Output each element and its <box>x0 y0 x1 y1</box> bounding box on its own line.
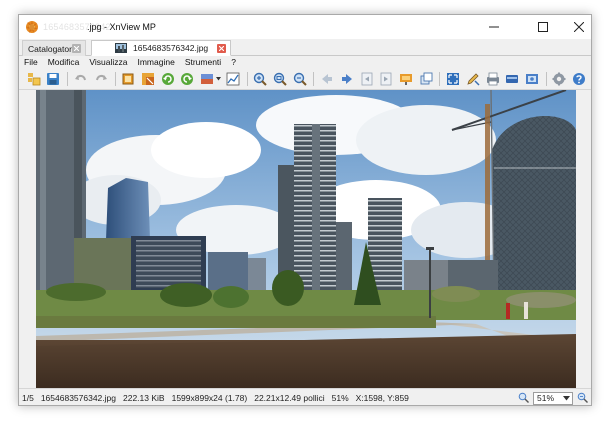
slideshow-icon[interactable] <box>398 71 414 87</box>
status-image-index: 1/5 <box>22 393 34 403</box>
forward-icon[interactable] <box>339 71 355 87</box>
image-viewer[interactable] <box>36 90 576 388</box>
menu-file[interactable]: File <box>24 57 38 67</box>
tab-label: 1654683576342.jpg <box>133 43 209 53</box>
tab-bar: Catalogatore 1654683576342.jpg <box>19 39 591 56</box>
close-tab-icon[interactable] <box>72 44 81 53</box>
adjust-dropdown-icon[interactable] <box>215 72 221 86</box>
toolbar-separator <box>439 71 441 86</box>
status-filename: 1654683576342.jpg <box>40 393 116 403</box>
copy-icon[interactable] <box>418 71 434 87</box>
histogram-icon[interactable] <box>225 71 241 87</box>
status-bar: 1/5 1654683576342.jpg 222.13 KiB 1599x89… <box>19 388 591 405</box>
zoom-level-value: 51% <box>537 393 555 403</box>
menu-strumenti[interactable]: Strumenti <box>185 57 221 67</box>
toolbar-separator <box>545 71 547 86</box>
zoom-level-select[interactable]: 51% <box>533 391 573 405</box>
tab-catalogatore[interactable]: Catalogatore <box>22 40 86 56</box>
edit-icon[interactable] <box>465 71 481 87</box>
maximize-button[interactable] <box>529 15 557 39</box>
menu-immagine[interactable]: Immagine <box>137 57 174 67</box>
first-page-icon[interactable] <box>359 71 375 87</box>
scanner-icon[interactable] <box>504 71 520 87</box>
status-cursor-position: X:1598, Y:859 <box>355 393 409 403</box>
undo-icon[interactable] <box>73 71 89 87</box>
minimize-button[interactable] <box>480 15 508 39</box>
zoom-controls: 51% <box>518 391 588 405</box>
help-icon[interactable] <box>571 71 587 87</box>
window-title: .jpg - XnView MP <box>87 22 156 32</box>
resize-icon[interactable] <box>140 71 156 87</box>
menu-help[interactable]: ? <box>231 57 236 67</box>
toolbar-separator <box>246 71 248 86</box>
zoom-fit-icon[interactable] <box>272 71 288 87</box>
status-filesize: 222.13 KiB <box>123 393 165 403</box>
redo-icon[interactable] <box>93 71 109 87</box>
back-icon[interactable] <box>319 71 335 87</box>
status-dimensions: 1599x899x24 (1.78) <box>171 393 248 403</box>
tab-image[interactable]: 1654683576342.jpg <box>91 40 231 56</box>
menu-visualizza[interactable]: Visualizza <box>89 57 127 67</box>
last-page-icon[interactable] <box>378 71 394 87</box>
toolbar <box>19 68 591 90</box>
crop-icon[interactable] <box>121 71 137 87</box>
tab-label: Catalogatore <box>28 43 77 54</box>
zoom-out-status-icon[interactable] <box>577 392 588 405</box>
toolbar-separator <box>67 71 69 86</box>
zoom-in-icon[interactable] <box>253 71 269 87</box>
menu-modifica[interactable]: Modifica <box>48 57 80 67</box>
rotate-left-icon[interactable] <box>160 71 176 87</box>
close-button[interactable] <box>565 15 591 39</box>
adjust-icon[interactable] <box>199 71 215 87</box>
close-tab-icon[interactable] <box>217 44 226 53</box>
toolbar-separator <box>313 71 315 86</box>
menu-bar: File Modifica Visualizza Immagine Strume… <box>19 56 591 68</box>
browse-icon[interactable] <box>26 71 42 87</box>
print-icon[interactable] <box>485 71 501 87</box>
fullscreen-icon[interactable] <box>445 71 461 87</box>
status-physical-size: 22.21x12.49 pollici <box>254 393 325 403</box>
settings-icon[interactable] <box>552 71 568 87</box>
zoom-out-icon[interactable] <box>292 71 308 87</box>
xnview-window: 1654683576342 .jpg - XnView MP Catalogat… <box>18 14 592 406</box>
photo-milan-skyline <box>36 90 576 388</box>
capture-icon[interactable] <box>524 71 540 87</box>
xnview-app-icon <box>25 20 39 34</box>
save-icon[interactable] <box>46 71 62 87</box>
image-thumbnail-icon <box>115 43 127 53</box>
status-zoom-percent: 51% <box>331 393 349 403</box>
title-bar[interactable]: 1654683576342 .jpg - XnView MP <box>19 15 591 39</box>
rotate-right-icon[interactable] <box>180 71 196 87</box>
toolbar-separator <box>114 71 116 86</box>
zoom-in-status-icon[interactable] <box>518 392 529 405</box>
